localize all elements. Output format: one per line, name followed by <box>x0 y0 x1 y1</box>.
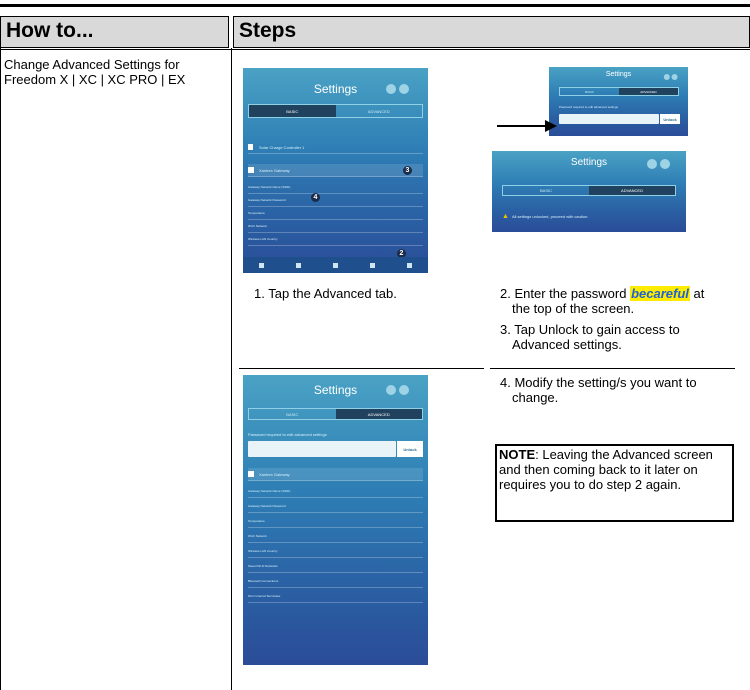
setting-row: Wi-Fi Network <box>248 220 423 233</box>
nav-system-icon[interactable] <box>243 257 280 273</box>
tab-advanced[interactable]: ADVANCED <box>336 105 423 117</box>
note-box: NOTE: Leaving the Advanced screen and th… <box>495 444 734 522</box>
gateway-label: Xantrex Gateway <box>259 167 290 173</box>
setting-row: Gateway Network Name (SSID) <box>248 181 423 194</box>
tab-bar: BASIC ADVANCED <box>248 104 423 118</box>
how-to-text: Change Advanced Settings for Freedom X |… <box>4 57 186 87</box>
table-left-border <box>0 48 1 690</box>
tab-basic[interactable]: BASIC <box>560 88 619 95</box>
tab-bar: BASIC ADVANCED <box>502 185 676 196</box>
screenshot-settings-basic: Settings BASIC ADVANCED Solar Charge Con… <box>243 68 428 273</box>
warning-icon: ▲ <box>502 213 509 220</box>
tab-basic[interactable]: BASIC <box>503 186 589 195</box>
tab-advanced[interactable]: ADVANCED <box>589 186 675 195</box>
unlocked-message-text: All settings unlocked, proceed with caut… <box>511 214 589 219</box>
row-divider-left <box>239 368 484 369</box>
setting-row: Temperature <box>248 515 423 528</box>
step-4: 4. Modify the setting/s you want to chan… <box>500 375 740 405</box>
setting-row: Wireless LAN Country <box>248 545 423 558</box>
step-2-text: 2. Enter the password <box>500 286 631 301</box>
tab-bar: BASIC ADVANCED <box>559 87 679 96</box>
note-label: NOTE <box>499 447 536 462</box>
step-3-text: 3. Tap Unlock to gain access to <box>500 322 680 337</box>
header-how-to: How to... <box>0 16 229 48</box>
bottom-nav <box>243 257 428 273</box>
screenshot-unlocked: Settings BASIC ADVANCED ▲ All settings u… <box>492 151 686 232</box>
setting-row: Wireless LAN Country <box>248 233 423 246</box>
tab-bar: BASIC ADVANCED <box>248 408 423 420</box>
step-4-text-line2: change. <box>512 390 559 405</box>
gateway-label: Xantrex Gateway <box>259 471 290 477</box>
setting-row: Wi-C Internal Terminator <box>248 590 423 603</box>
header-icons <box>663 74 678 80</box>
step-3: 3. Tap Unlock to gain access to Advanced… <box>500 322 740 352</box>
step-4-text: 4. Modify the setting/s you want to <box>500 375 697 390</box>
password-input[interactable] <box>559 114 659 124</box>
row-divider-right <box>490 368 735 369</box>
table-column-divider <box>231 48 232 690</box>
password-label: Password required to edit advanced setti… <box>248 432 327 437</box>
device-label: Solar Charge Controller 1 <box>259 144 305 150</box>
header-bottom-rule <box>0 49 750 50</box>
unlock-button[interactable]: Unlock <box>397 441 423 457</box>
setting-row: Gateway Network Name (SSID) <box>248 485 423 498</box>
password-label: Password required to edit advanced setti… <box>559 105 619 109</box>
tab-basic[interactable]: BASIC <box>249 105 336 117</box>
password-input[interactable] <box>248 441 396 457</box>
password-highlight: becareful <box>630 286 690 301</box>
header-icons <box>647 159 671 169</box>
setting-row: Gateway Network Password <box>248 194 423 207</box>
tab-advanced[interactable]: ADVANCED <box>619 88 678 95</box>
setting-row: Wi-Fi Network <box>248 530 423 543</box>
gateway-icon <box>248 167 254 173</box>
setting-row: Gateway Network Password <box>248 500 423 513</box>
setting-row: Temperature <box>248 207 423 220</box>
callout-badge-4: 4 <box>311 193 320 202</box>
nav-control-icon[interactable] <box>317 257 354 273</box>
header-icons <box>386 84 410 94</box>
top-rule <box>0 4 750 7</box>
nav-devices-icon[interactable] <box>280 257 317 273</box>
device-row: Solar Charge Controller 1 <box>248 141 423 154</box>
step-2-text-end: at <box>689 286 705 301</box>
pointer-arrow-head <box>545 120 557 132</box>
gateway-row: Xantrex Gateway <box>248 468 423 481</box>
step-3-text-line2: Advanced settings. <box>512 337 622 352</box>
pointer-arrow <box>497 125 547 127</box>
setting-row: Saved Wi-Fi Networks <box>248 560 423 573</box>
nav-settings-icon[interactable] <box>391 257 428 273</box>
gateway-icon <box>248 471 254 477</box>
step-2: 2. Enter the password becareful at the t… <box>500 286 740 316</box>
tab-advanced[interactable]: ADVANCED <box>335 409 422 419</box>
device-icon <box>248 144 253 150</box>
nav-alarms-icon[interactable] <box>354 257 391 273</box>
screenshot-advanced-settings: Settings BASIC ADVANCED Password require… <box>243 375 428 665</box>
screenshot-password-entry: Settings BASIC ADVANCED Password require… <box>549 67 688 136</box>
setting-row: Bluetooth Connections <box>248 575 423 588</box>
header-icons <box>386 385 410 395</box>
unlock-button[interactable]: Unlock <box>660 114 680 124</box>
gateway-row: Xantrex Gateway <box>248 164 423 177</box>
tab-basic[interactable]: BASIC <box>249 409 336 419</box>
step-1: 1. Tap the Advanced tab. <box>254 286 397 301</box>
step-2-text-line2: the top of the screen. <box>512 301 635 316</box>
unlocked-message: ▲ All settings unlocked, proceed with ca… <box>502 213 588 220</box>
callout-badge-3: 3 <box>403 166 412 175</box>
header-steps: Steps <box>233 16 750 48</box>
